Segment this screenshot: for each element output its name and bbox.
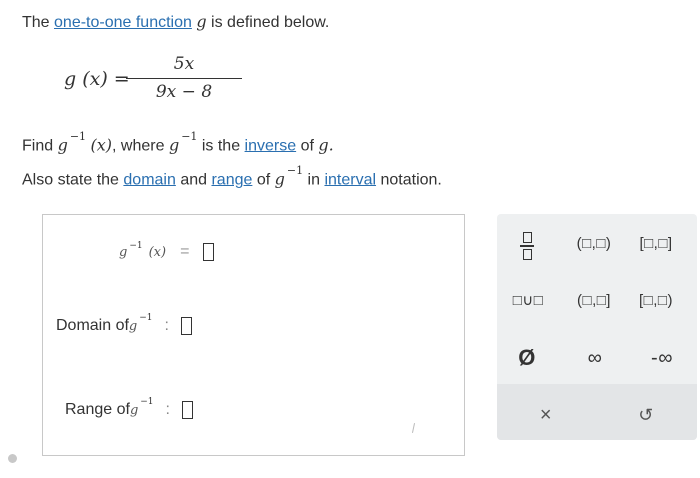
text: Also state the <box>22 171 124 189</box>
text: of <box>296 137 319 155</box>
domain-label: Domain of <box>56 317 129 334</box>
negative-infinity-button[interactable]: -∞ <box>636 345 688 371</box>
text: in <box>307 171 325 189</box>
math-g: g <box>57 135 68 155</box>
one-to-one-function-link[interactable]: one-to-one function <box>54 14 192 31</box>
fraction-denominator-box <box>522 248 532 260</box>
range-row: Range of g −1 : <box>65 397 193 419</box>
interval-link[interactable]: interval <box>324 171 376 188</box>
union-button[interactable]: □∪□ <box>503 289 553 311</box>
superscript: −1 <box>129 241 143 251</box>
math-g: g. <box>318 135 334 155</box>
text: is the <box>201 137 245 155</box>
text: and <box>175 171 212 189</box>
fraction-bar-icon <box>520 245 534 247</box>
math-g: g <box>129 402 139 418</box>
stray-mark <box>411 423 416 433</box>
open-interval-button[interactable]: (□,□) <box>568 232 620 254</box>
domain-link[interactable]: domain <box>123 171 175 188</box>
right-closed-interval-button[interactable]: (□,□] <box>568 289 620 311</box>
fraction-bar <box>126 78 242 79</box>
superscript: −1 <box>181 130 198 143</box>
question-line-1: The one-to-one function g is defined bel… <box>22 12 329 32</box>
math-g: g <box>168 135 180 155</box>
superscript: −1 <box>139 313 153 323</box>
text: notation. <box>376 171 442 189</box>
status-dot <box>8 454 17 463</box>
range-label: Range of <box>65 401 130 418</box>
clear-button[interactable]: × <box>531 400 561 430</box>
closed-interval-button[interactable]: [□,□] <box>630 232 682 254</box>
inverse-function-row: g −1 (x) = <box>119 241 215 261</box>
math-x: (x) <box>90 135 113 155</box>
formula-numerator: 5x <box>173 54 195 74</box>
text: of <box>252 171 275 189</box>
range-input[interactable] <box>182 401 193 419</box>
text: , where <box>112 137 169 155</box>
domain-input[interactable] <box>180 317 192 335</box>
math-g: g <box>119 244 128 260</box>
superscript: −1 <box>69 130 87 143</box>
superscript: −1 <box>140 397 154 407</box>
math-x: (x) <box>148 244 167 260</box>
text: The <box>22 14 55 31</box>
colon: : <box>164 317 169 334</box>
math-g: g <box>128 318 138 334</box>
infinity-button[interactable]: ∞ <box>575 345 615 371</box>
range-link[interactable]: range <box>211 171 252 188</box>
text: Find <box>22 137 58 155</box>
answer-panel: g −1 (x) = Domain of g −1 : Range of g −1 : <box>42 214 465 456</box>
inverse-function-input[interactable] <box>203 243 215 261</box>
question-line-4: Also state the domain and range of g −1 i… <box>22 164 442 189</box>
superscript: −1 <box>286 164 304 177</box>
inverse-link[interactable]: inverse <box>245 137 297 154</box>
fraction-button[interactable] <box>513 231 541 261</box>
text: is defined below. <box>206 14 330 31</box>
empty-set-button[interactable]: Ø <box>512 343 542 373</box>
domain-row: Domain of g −1 : <box>56 313 192 335</box>
colon: : <box>165 401 170 418</box>
equals-sign: = <box>180 243 190 260</box>
question-line-3: Find g −1 (x), where g −1 is the inverse o… <box>22 130 334 155</box>
fraction-numerator-box <box>522 232 532 244</box>
left-closed-interval-button[interactable]: [□,□) <box>630 289 682 311</box>
palette-action-bar <box>497 384 697 440</box>
formula-lhs: g (x) = <box>64 68 130 90</box>
formula-denominator: 9x − 8 <box>155 82 213 102</box>
math-g: g <box>274 169 285 189</box>
undo-button[interactable]: ↺ <box>631 400 661 430</box>
function-var: g <box>196 12 207 31</box>
